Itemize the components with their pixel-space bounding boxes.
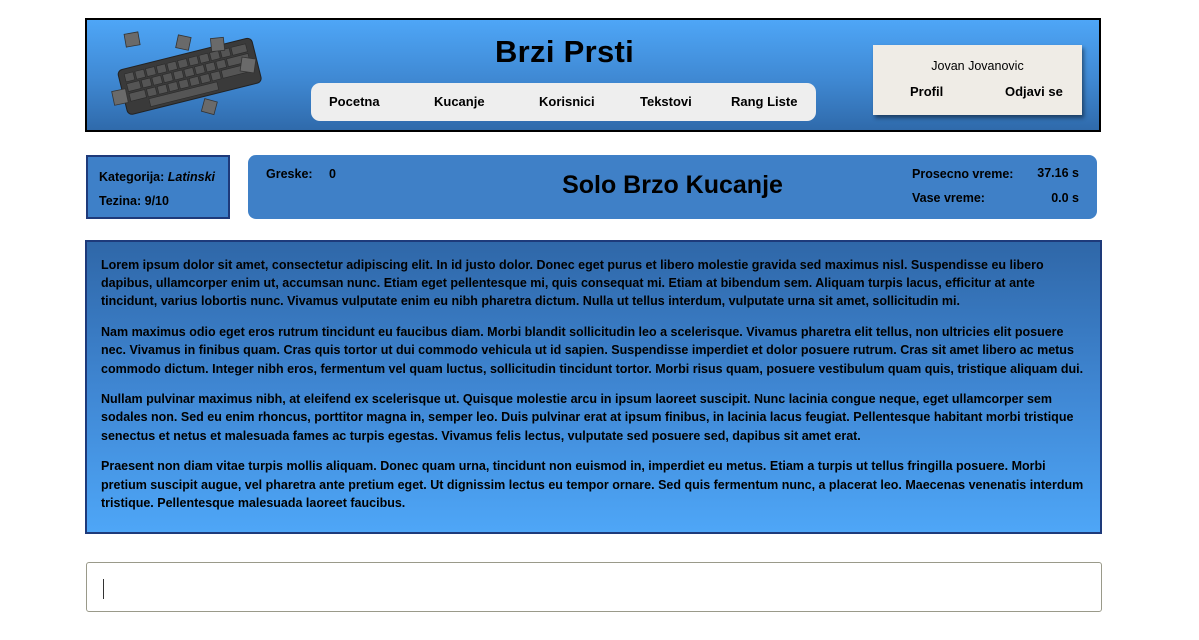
nav-item-rang-liste[interactable]: Rang Liste	[731, 94, 797, 109]
text-paragraph: Nam maximus odio eget eros rutrum tincid…	[101, 325, 1084, 376]
nav-item-kucanje[interactable]: Kucanje	[434, 94, 485, 109]
user-name: Jovan Jovanovic	[931, 59, 1024, 73]
avg-time-value: 37.16 s	[1037, 166, 1079, 180]
profile-link[interactable]: Profil	[910, 84, 943, 99]
category-label: Kategorija:	[99, 170, 165, 184]
text-caret	[103, 579, 104, 599]
text-paragraph: Praesent non diam vitae turpis mollis al…	[101, 459, 1084, 510]
text-paragraph: Lorem ipsum dolor sit amet, consectetur …	[101, 258, 1044, 309]
typing-text-panel: Lorem ipsum dolor sit amet, consectetur …	[85, 240, 1102, 534]
category-value: Latinski	[167, 170, 216, 184]
your-time-value: 0.0 s	[1051, 191, 1079, 205]
your-time-label: Vase vreme:	[912, 191, 985, 205]
typing-input[interactable]	[86, 562, 1102, 612]
site-title: Brzi Prsti	[495, 34, 635, 69]
difficulty-line: Tezina: 9/10	[99, 194, 169, 208]
category-info: Kategorija: Latinski Tezina: 9/10	[86, 155, 230, 219]
nav-item-korisnici[interactable]: Korisnici	[539, 94, 595, 109]
user-panel: Jovan Jovanovic Profil Odjavi se	[873, 45, 1082, 115]
stats-bar: Greske: 0 Solo Brzo Kucanje Prosecno vre…	[248, 155, 1097, 219]
logout-link[interactable]: Odjavi se	[1005, 84, 1063, 99]
category-line: Kategorija: Latinski	[99, 170, 215, 184]
site-header: Brzi Prsti Pocetna Kucanje Korisnici Tek…	[85, 18, 1101, 132]
nav-item-pocetna[interactable]: Pocetna	[329, 94, 380, 109]
difficulty-value: 9/10	[144, 194, 169, 208]
difficulty-label: Tezina:	[99, 194, 142, 208]
nav-item-tekstovi[interactable]: Tekstovi	[640, 94, 692, 109]
avg-time-label: Prosecno vreme:	[912, 167, 1014, 181]
keyboard-logo-icon	[111, 31, 262, 116]
main-nav: Pocetna Kucanje Korisnici Tekstovi Rang …	[311, 83, 816, 121]
text-paragraph: Nullam pulvinar maximus nibh, at eleifen…	[101, 392, 1074, 443]
